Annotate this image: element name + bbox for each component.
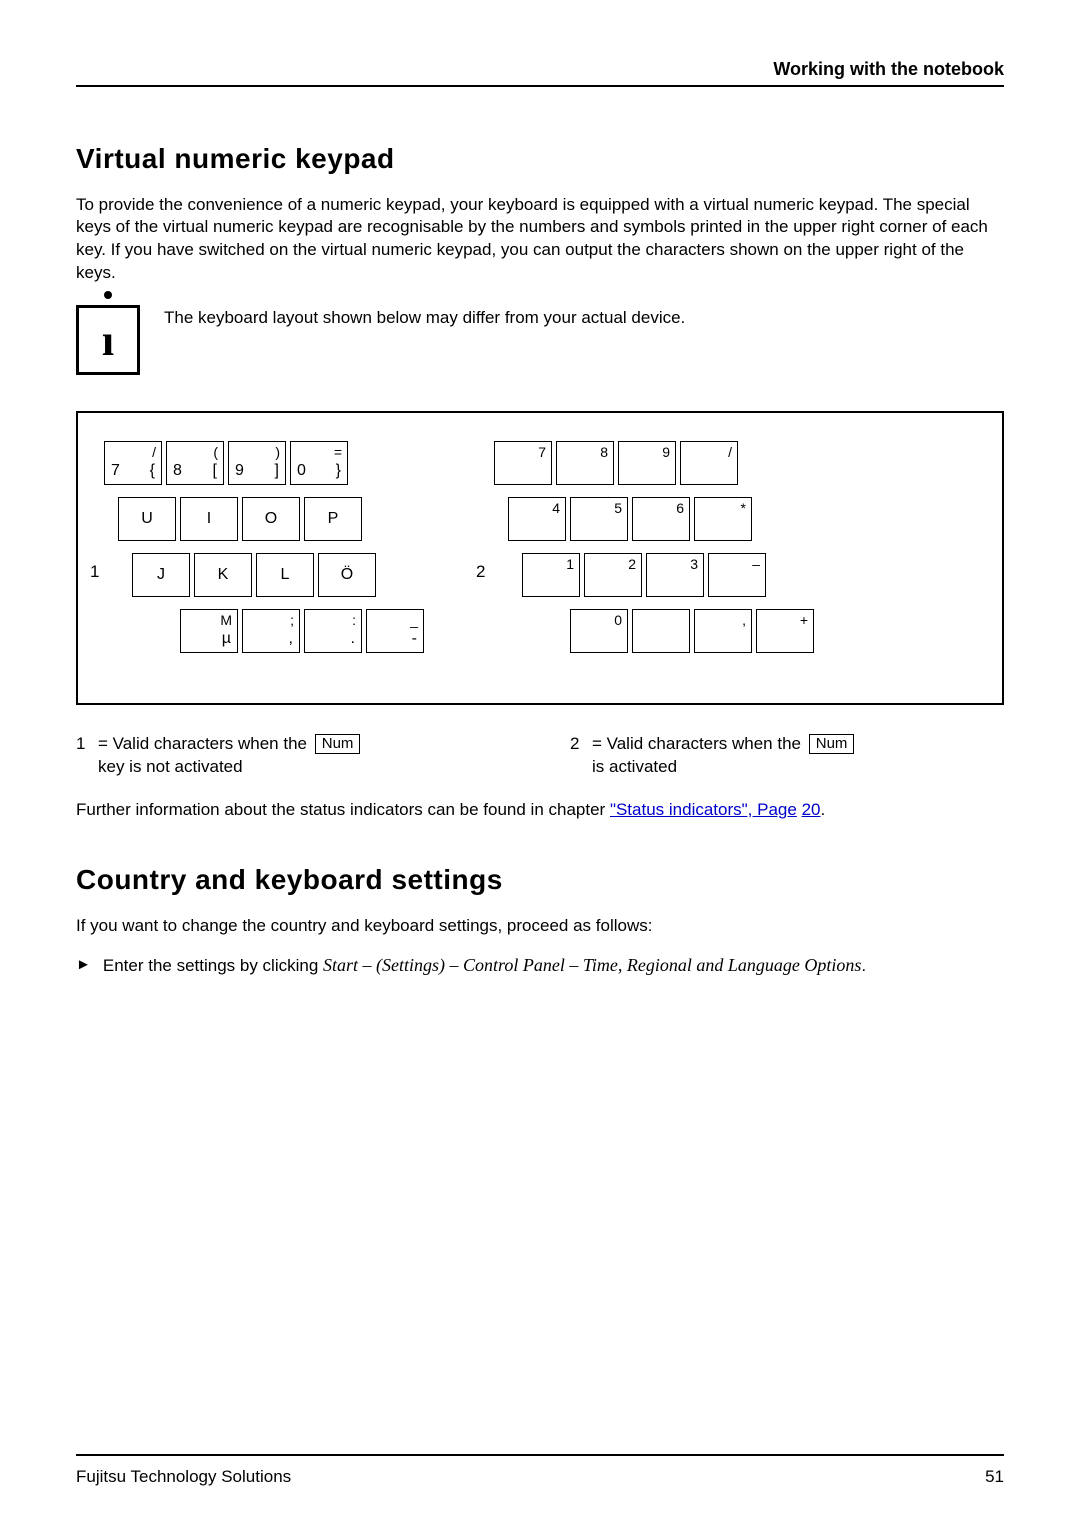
page-header: Working with the notebook (76, 58, 1004, 87)
right-key: 3 (646, 553, 704, 597)
right-key: 6 (632, 497, 690, 541)
header-title: Working with the notebook (773, 58, 1004, 81)
footer-company: Fujitsu Technology Solutions (76, 1466, 291, 1487)
right-key: 8 (556, 441, 614, 485)
legend-item-2: 2 = Valid characters when the Num is act… (570, 733, 1004, 779)
instruction-step: ► Enter the settings by clicking Start –… (76, 954, 1004, 977)
left-key: Mµ (180, 609, 238, 653)
diagram-label-2: 2 (476, 561, 485, 582)
right-key: – (708, 553, 766, 597)
left-key: O (242, 497, 300, 541)
right-key: 7 (494, 441, 552, 485)
status-indicators-link[interactable]: "Status indicators", Page (610, 800, 797, 819)
section-heading-virtual-keypad: Virtual numeric keypad (76, 141, 1004, 176)
num-key-label: Num (315, 734, 361, 754)
left-key: =0} (290, 441, 348, 485)
right-key: + (756, 609, 814, 653)
status-indicators-page-link[interactable]: 20 (802, 800, 821, 819)
left-key: _- (366, 609, 424, 653)
num-key-label: Num (809, 734, 855, 754)
left-key: Ö (318, 553, 376, 597)
section2-paragraph: If you want to change the country and ke… (76, 915, 1004, 938)
footer-page-number: 51 (985, 1466, 1004, 1487)
diagram-label-1: 1 (90, 561, 99, 582)
right-key (632, 609, 690, 653)
step-marker-icon: ► (76, 954, 91, 975)
right-key: 5 (570, 497, 628, 541)
section1-paragraph: To provide the convenience of a numeric … (76, 194, 1004, 286)
right-key: * (694, 497, 752, 541)
keypad-diagram: 1 2 /7{(8[)9]=0} UIOP JKLÖ Mµ;,:._- 789/ 456*… (76, 411, 1004, 705)
left-key: (8[ (166, 441, 224, 485)
info-icon: i ı (76, 305, 140, 375)
info-box: i ı The keyboard layout shown below may … (76, 305, 1004, 375)
right-key: 0 (570, 609, 628, 653)
right-key: 1 (522, 553, 580, 597)
right-key: 4 (508, 497, 566, 541)
info-text: The keyboard layout shown below may diff… (164, 305, 685, 328)
right-key: 9 (618, 441, 676, 485)
legend: 1 = Valid characters when the Num key is… (76, 733, 1004, 779)
legend-num-1: 1 (76, 733, 90, 779)
left-key: U (118, 497, 176, 541)
nav-path: Start – (Settings) – Control Panel – Tim… (323, 955, 861, 975)
left-key: :. (304, 609, 362, 653)
section-heading-country-settings: Country and keyboard settings (76, 862, 1004, 897)
left-key: J (132, 553, 190, 597)
left-key: K (194, 553, 252, 597)
left-key: ;, (242, 609, 300, 653)
left-key: P (304, 497, 362, 541)
legend-item-1: 1 = Valid characters when the Num key is… (76, 733, 510, 779)
left-key: L (256, 553, 314, 597)
right-key: 2 (584, 553, 642, 597)
legend-num-2: 2 (570, 733, 584, 779)
left-key: /7{ (104, 441, 162, 485)
page-footer: Fujitsu Technology Solutions 51 (76, 1466, 1004, 1487)
right-key: , (694, 609, 752, 653)
right-key: / (680, 441, 738, 485)
left-key: )9] (228, 441, 286, 485)
further-info: Further information about the status ind… (76, 799, 1004, 822)
left-key: I (180, 497, 238, 541)
